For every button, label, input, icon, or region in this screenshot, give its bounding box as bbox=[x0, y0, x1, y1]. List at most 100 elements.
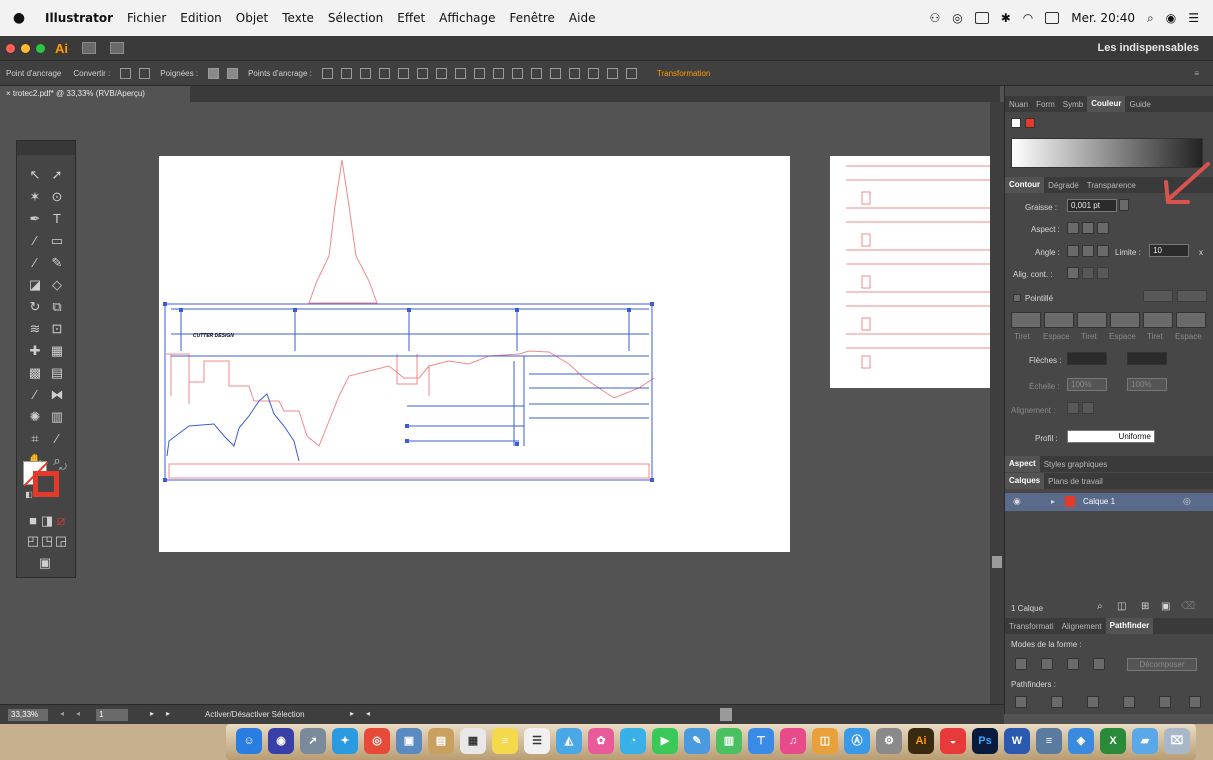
start-arrowhead-dropdown[interactable] bbox=[1067, 352, 1107, 365]
perspective-grid-tool-icon[interactable]: ▦ bbox=[49, 343, 65, 359]
distribute-top-icon[interactable] bbox=[587, 67, 599, 79]
miter-join-button[interactable] bbox=[1067, 245, 1079, 257]
locate-object-icon[interactable]: ⌕ bbox=[1097, 601, 1103, 612]
distribute-center-icon[interactable] bbox=[549, 67, 561, 79]
column-graph-tool-icon[interactable]: ▥ bbox=[49, 409, 65, 425]
none-mode-icon[interactable]: ⧄ bbox=[53, 513, 69, 529]
round-join-button[interactable] bbox=[1082, 245, 1094, 257]
preview-icon[interactable]: ▣ bbox=[396, 728, 422, 754]
zoom-level-field[interactable]: 33,33% bbox=[8, 709, 48, 721]
end-arrowhead-dropdown[interactable] bbox=[1127, 352, 1167, 365]
trash-icon[interactable]: ⌧ bbox=[1164, 728, 1190, 754]
transform-link[interactable]: Transformation bbox=[651, 69, 717, 78]
gradient-tool-icon[interactable]: ▤ bbox=[49, 365, 65, 381]
messages-icon[interactable]: ◔ bbox=[620, 728, 646, 754]
crop-button[interactable] bbox=[1123, 696, 1135, 708]
distribute-left-icon[interactable] bbox=[530, 67, 542, 79]
ibooks-icon[interactable]: ◫ bbox=[812, 728, 838, 754]
exclude-button[interactable] bbox=[1093, 658, 1105, 670]
next-artboard-icon[interactable]: ▸ bbox=[150, 709, 154, 718]
calendar-icon[interactable]: ▦ bbox=[460, 728, 486, 754]
menu-aide[interactable]: Aide bbox=[562, 11, 603, 25]
butt-cap-button[interactable] bbox=[1067, 222, 1079, 234]
downloads-folder-icon[interactable]: ▰ bbox=[1132, 728, 1158, 754]
cut-path-icon[interactable] bbox=[359, 67, 371, 79]
default-colors-icon[interactable]: ◧ bbox=[21, 487, 37, 503]
minus-front-button[interactable] bbox=[1041, 658, 1053, 670]
limit-input[interactable]: 10 bbox=[1149, 244, 1189, 257]
pen-tool-icon[interactable]: ✒ bbox=[27, 211, 43, 227]
minus-back-button[interactable] bbox=[1189, 696, 1201, 708]
convert-corner-icon[interactable] bbox=[120, 67, 132, 79]
direct-selection-tool-icon[interactable]: ➚ bbox=[49, 167, 65, 183]
reminders-icon[interactable]: ☰ bbox=[524, 728, 550, 754]
align-inside-stroke-button[interactable] bbox=[1082, 267, 1094, 279]
vertical-scroll-thumb[interactable] bbox=[992, 556, 1002, 568]
chrome-icon[interactable]: ◎ bbox=[364, 728, 390, 754]
maps-icon[interactable]: ◭ bbox=[556, 728, 582, 754]
photos-icon[interactable]: ✿ bbox=[588, 728, 614, 754]
gap-1-input[interactable] bbox=[1044, 312, 1074, 328]
layer-expand-icon[interactable]: ▸ bbox=[1051, 497, 1055, 506]
arrow-place-button[interactable] bbox=[1082, 402, 1094, 414]
magic-wand-tool-icon[interactable]: ✶ bbox=[27, 189, 43, 205]
scale-tool-icon[interactable]: ⧉ bbox=[49, 299, 65, 315]
creative-cloud-dock-icon[interactable]: ◒ bbox=[940, 728, 966, 754]
menu-edition[interactable]: Edition bbox=[173, 11, 229, 25]
artboard-number-field[interactable]: 1 bbox=[96, 709, 128, 721]
excel-dock-icon[interactable]: X bbox=[1100, 728, 1126, 754]
menu-fenetre[interactable]: Fenêtre bbox=[503, 11, 562, 25]
mesh-tool-icon[interactable]: ▩ bbox=[27, 365, 43, 381]
align-middle-icon[interactable] bbox=[492, 67, 504, 79]
dash-1-input[interactable] bbox=[1011, 312, 1041, 328]
dash-3-input[interactable] bbox=[1143, 312, 1173, 328]
distribute-right-icon[interactable] bbox=[568, 67, 580, 79]
notes-icon[interactable]: ≡ bbox=[492, 728, 518, 754]
tab-stroke[interactable]: Contour bbox=[1005, 177, 1045, 193]
screen-mode-icon[interactable]: ▣ bbox=[37, 555, 53, 571]
shape-builder-tool-icon[interactable]: ✚ bbox=[27, 343, 43, 359]
itunes-icon[interactable]: ♫ bbox=[780, 728, 806, 754]
zoom-window-button[interactable] bbox=[36, 43, 45, 53]
keynote-icon[interactable]: ⊤ bbox=[748, 728, 774, 754]
hide-handles-icon[interactable] bbox=[227, 67, 239, 79]
menu-app-name[interactable]: Illustrator bbox=[38, 11, 120, 25]
previous-artboard-icon[interactable]: ◂ bbox=[76, 709, 80, 718]
tools-panel-header[interactable] bbox=[17, 141, 75, 155]
spotlight-icon[interactable]: ⌕ bbox=[1147, 11, 1154, 26]
outline-button[interactable] bbox=[1159, 696, 1171, 708]
siri-dock-icon[interactable]: ◉ bbox=[268, 728, 294, 754]
paintbrush-tool-icon[interactable]: ⁄ bbox=[27, 255, 43, 271]
tab-color-guide[interactable]: Guide bbox=[1125, 100, 1154, 109]
launchpad-icon[interactable]: ➚ bbox=[300, 728, 326, 754]
align-center-icon[interactable] bbox=[435, 67, 447, 79]
selection-tool-icon[interactable]: ↖ bbox=[27, 167, 43, 183]
layer-visibility-icon[interactable]: ◉ bbox=[1013, 496, 1021, 507]
cutting-software-icon[interactable]: ≡ bbox=[1036, 728, 1062, 754]
dash-align-button[interactable] bbox=[1177, 290, 1207, 302]
eyedropper-tool-icon[interactable]: ⁄ bbox=[27, 387, 43, 403]
line-tool-icon[interactable]: ⁄ bbox=[27, 233, 43, 249]
lasso-tool-icon[interactable]: ⊙ bbox=[49, 189, 65, 205]
document-tab[interactable]: × trotec2.pdf* @ 33,33% (RVB/Aperçu) bbox=[0, 86, 190, 102]
distribute-middle-icon[interactable] bbox=[606, 67, 618, 79]
divide-button[interactable] bbox=[1015, 696, 1027, 708]
menu-selection[interactable]: Sélection bbox=[321, 11, 390, 25]
start-arrow-scale-input[interactable]: 100% bbox=[1067, 378, 1107, 391]
numbers-icon[interactable]: ▥ bbox=[716, 728, 742, 754]
swap-fill-stroke-icon[interactable]: ⤾ bbox=[55, 459, 71, 475]
select-similar-icon[interactable] bbox=[397, 67, 409, 79]
color-fill-chip[interactable] bbox=[1011, 118, 1021, 128]
bluetooth-icon[interactable]: ✱ bbox=[1001, 11, 1011, 25]
artboard-1[interactable]: CUTTER DESIGN bbox=[159, 156, 790, 552]
symbol-sprayer-tool-icon[interactable]: ✺ bbox=[27, 409, 43, 425]
close-window-button[interactable] bbox=[6, 43, 15, 53]
show-handles-icon[interactable] bbox=[208, 67, 220, 79]
tab-symbols[interactable]: Symb bbox=[1059, 100, 1087, 109]
menu-effet[interactable]: Effet bbox=[390, 11, 432, 25]
panel-menu-icon[interactable]: ≡ bbox=[1194, 69, 1213, 78]
tab-transform[interactable]: Transformati bbox=[1005, 622, 1058, 631]
align-bottom-icon[interactable] bbox=[511, 67, 523, 79]
time-machine-icon[interactable]: ◎ bbox=[952, 11, 962, 25]
end-arrow-scale-input[interactable]: 100% bbox=[1127, 378, 1167, 391]
